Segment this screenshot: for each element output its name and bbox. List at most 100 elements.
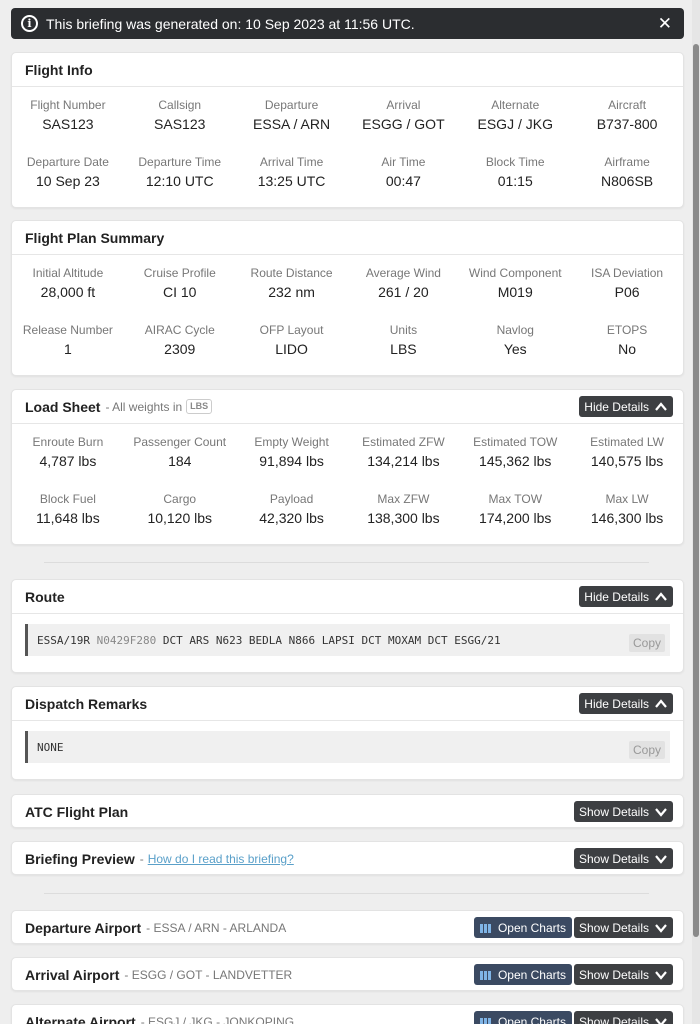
arrival-airport-subtitle: - ESGG / GOT - LANDVETTER — [124, 968, 293, 982]
route-hide-details-button[interactable]: Hide Details — [579, 586, 673, 607]
arrival-airport-title: Arrival Airport — [25, 967, 120, 983]
toggle-label: Show Details — [578, 1014, 649, 1024]
how-to-read-link[interactable]: How do I read this briefing? — [148, 852, 294, 866]
field-initial-altitude: Initial Altitude 28,000 ft — [32, 266, 104, 300]
field-etops: ETOPS No — [606, 323, 648, 357]
field-wind-component: Wind Component M019 — [468, 266, 562, 300]
departure-airport-title: Departure Airport — [25, 920, 142, 936]
alternate-airport-title: Alternate Airport — [25, 1014, 136, 1024]
atc-flight-plan-title: ATC Flight Plan — [25, 804, 129, 820]
alternate-airport-show-details-button[interactable]: Show Details — [573, 1011, 673, 1024]
chevron-down-icon — [654, 969, 668, 981]
chevron-down-icon — [654, 853, 668, 865]
field-departure-date: Departure Date 10 Sep 23 — [26, 155, 109, 189]
flight-info-header: Flight Info — [12, 53, 683, 87]
departure-airport-show-details-button[interactable]: Show Details — [573, 917, 673, 938]
field-empty-weight: Empty Weight 91,894 lbs — [254, 435, 329, 469]
field-enroute-burn: Enroute Burn 4,787 lbs — [32, 435, 104, 469]
flight-info-title: Flight Info — [25, 61, 93, 78]
field-callsign: Callsign SAS123 — [154, 98, 206, 132]
atc-flight-plan-header: ATC Flight Plan Show Details — [12, 795, 683, 829]
field-block-fuel: Block Fuel 11,648 lbs — [36, 492, 100, 526]
open-charts-label: Open Charts — [497, 1014, 566, 1024]
banner-text: This briefing was generated on: 10 Sep 2… — [46, 15, 415, 32]
toggle-label: Show Details — [578, 851, 649, 866]
chevron-up-icon — [654, 698, 668, 710]
atc-flight-plan-show-details-button[interactable]: Show Details — [573, 801, 673, 822]
departure-airport-card: Departure Airport - ESSA / ARN - ARLANDA… — [11, 910, 684, 944]
field-arrival-time: Arrival Time 13:25 UTC — [257, 155, 326, 189]
route-string-box: ESSA/19R N0429F280 DCT ARS N623 BEDLA N8… — [25, 624, 670, 656]
dispatch-remarks-hide-details-button[interactable]: Hide Details — [579, 693, 673, 714]
load-sheet-card: Load Sheet - All weights in LBS Hide Det… — [11, 389, 684, 545]
book-icon — [479, 923, 491, 933]
field-estimated-lw: Estimated LW 140,575 lbs — [590, 435, 664, 469]
flight-plan-summary-header: Flight Plan Summary — [12, 221, 683, 255]
field-cruise-profile: Cruise Profile CI 10 — [143, 266, 216, 300]
field-estimated-tow: Estimated TOW 145,362 lbs — [473, 435, 558, 469]
load-sheet-hide-details-button[interactable]: Hide Details — [579, 396, 673, 417]
flight-plan-summary-title: Flight Plan Summary — [25, 229, 165, 246]
arrival-airport-show-details-button[interactable]: Show Details — [573, 964, 673, 985]
alternate-airport-header: Alternate Airport - ESGJ / JKG - JONKOPI… — [12, 1005, 683, 1024]
open-charts-label: Open Charts — [497, 967, 566, 982]
briefing-preview-title: Briefing Preview — [25, 851, 135, 867]
toggle-label: Show Details — [578, 967, 649, 982]
chevron-up-icon — [654, 401, 668, 413]
field-max-tow: Max TOW 174,200 lbs — [479, 492, 552, 526]
book-icon — [479, 970, 491, 980]
route-header: Route Hide Details — [12, 580, 683, 614]
field-cargo: Cargo 10,120 lbs — [147, 492, 213, 526]
briefing-preview-show-details-button[interactable]: Show Details — [573, 848, 673, 869]
field-navlog: Navlog Yes — [496, 323, 534, 357]
scrollbar-thumb[interactable] — [693, 44, 699, 937]
field-isa-deviation: ISA Deviation P06 — [591, 266, 664, 300]
route-string: DCT ARS N623 BEDLA N866 LAPSI DCT MOXAM … — [162, 633, 501, 647]
arrival-open-charts-button[interactable]: Open Charts — [473, 964, 572, 985]
field-ofp-layout: OFP Layout LIDO — [259, 323, 324, 357]
toggle-label: Hide Details — [584, 589, 649, 604]
field-arrival: Arrival ESGG / GOT — [362, 98, 445, 132]
dispatch-remarks-header: Dispatch Remarks Hide Details — [12, 687, 683, 721]
briefing-preview-dash: - — [139, 852, 144, 866]
chevron-down-icon — [654, 806, 668, 818]
atc-flight-plan-card: ATC Flight Plan Show Details — [11, 794, 684, 828]
field-max-zfw: Max ZFW 138,300 lbs — [367, 492, 440, 526]
chevron-down-icon — [654, 922, 668, 934]
section-divider — [44, 893, 649, 894]
alternate-open-charts-button[interactable]: Open Charts — [473, 1011, 572, 1024]
arrival-airport-card: Arrival Airport - ESGG / GOT - LANDVETTE… — [11, 957, 684, 991]
route-card: Route Hide Details ESSA/19R N0429F280 DC… — [11, 579, 684, 673]
field-departure: Departure ESSA / ARN — [253, 98, 331, 132]
route-speed-level: N0429F280 — [96, 633, 157, 647]
departure-open-charts-button[interactable]: Open Charts — [473, 917, 572, 938]
load-sheet-grid: Enroute Burn 4,787 lbs Passenger Count 184… — [12, 424, 683, 540]
load-sheet-title: Load Sheet — [25, 398, 101, 415]
flight-plan-summary-grid: Initial Altitude 28,000 ft Cruise Profile… — [12, 255, 683, 371]
field-units: Units LBS — [389, 323, 418, 357]
load-sheet-subtitle: - All weights in — [105, 399, 183, 414]
section-divider — [44, 562, 649, 563]
alternate-airport-subtitle: - ESGJ / JKG - JONKOPING — [140, 1015, 295, 1024]
field-airframe: Airframe N806SB — [601, 155, 654, 189]
unit-badge: LBS — [186, 399, 213, 414]
chevron-up-icon — [654, 591, 668, 603]
field-block-time: Block Time 01:15 — [485, 155, 545, 189]
field-flight-number: Flight Number SAS123 — [30, 98, 106, 132]
field-alternate: Alternate ESGJ / JKG — [477, 98, 553, 132]
field-release-number: Release Number 1 — [22, 323, 113, 357]
flight-info-card: Flight Info Flight Number SAS123 Callsign… — [11, 52, 684, 208]
dispatch-remarks-card: Dispatch Remarks Hide Details NONE Copy — [11, 686, 684, 780]
field-payload: Payload 42,320 lbs — [259, 492, 324, 526]
field-air-time: Air Time 00:47 — [381, 155, 426, 189]
alternate-airport-card: Alternate Airport - ESGJ / JKG - JONKOPI… — [11, 1004, 684, 1024]
departure-airport-header: Departure Airport - ESSA / ARN - ARLANDA… — [12, 911, 683, 945]
route-copy-button[interactable]: Copy — [628, 634, 665, 652]
field-passenger-count: Passenger Count 184 — [133, 435, 227, 469]
field-max-lw: Max LW 146,300 lbs — [590, 492, 664, 526]
book-icon — [479, 1017, 491, 1024]
close-icon[interactable]: ✕ — [658, 14, 672, 34]
open-charts-label: Open Charts — [497, 920, 566, 935]
dispatch-remarks-copy-button[interactable]: Copy — [628, 741, 665, 759]
dispatch-remarks-text: NONE — [37, 740, 64, 754]
